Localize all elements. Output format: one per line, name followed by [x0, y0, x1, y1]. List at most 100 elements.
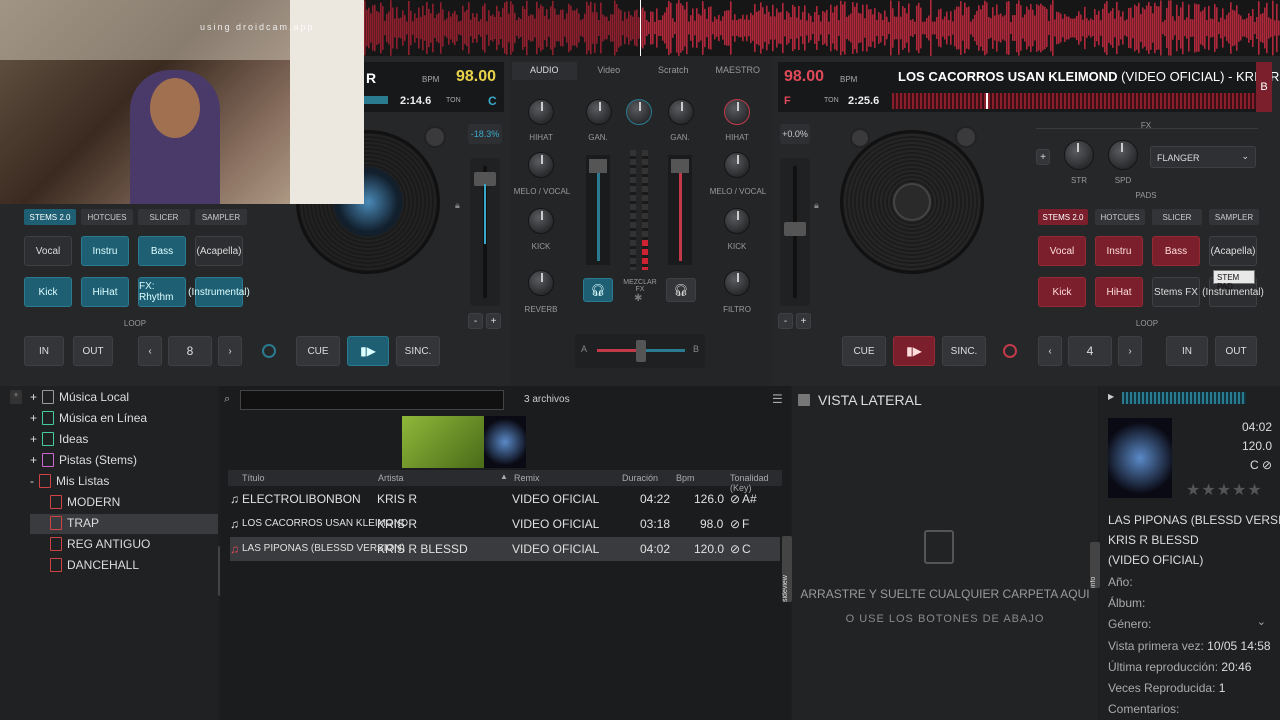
track-row[interactable]: ♫ LOS CACORROS USAN KLEIMOND KRIS R VIDE…	[230, 512, 780, 536]
right-pad-hihat[interactable]: HiHat	[1095, 277, 1143, 307]
left-pad-kick[interactable]: Kick	[24, 277, 72, 307]
filter-knob[interactable]	[626, 99, 652, 125]
left-loop-out[interactable]: OUT	[73, 336, 113, 366]
tree-item-musica-linea[interactable]: + Música en Línea	[30, 408, 147, 428]
left-pad-instru[interactable]: Instru	[81, 236, 129, 266]
fx-str-knob[interactable]	[1064, 140, 1094, 170]
left-tab-slicer[interactable]: SLICER	[138, 209, 190, 225]
right-gain-knob[interactable]	[668, 99, 694, 125]
right-tab-hotcues[interactable]: HOTCUES	[1095, 209, 1145, 225]
left-gain-knob[interactable]	[586, 99, 612, 125]
crossfader[interactable]: A B	[575, 334, 705, 368]
fx-add-button[interactable]: +	[1036, 149, 1050, 165]
mixer-tab-master[interactable]: MAESTRO	[706, 62, 771, 80]
search-icon[interactable]: ⌕	[224, 393, 230, 406]
right-pad-acapella[interactable]: (Acapella)	[1209, 236, 1257, 266]
tree-item-musica-local[interactable]: + Música Local	[30, 387, 129, 407]
right-headphone-button[interactable]: 🎧︎	[666, 278, 696, 302]
col-artist[interactable]: Artista	[378, 473, 404, 483]
left-tab-stems[interactable]: STEMS 2.0	[24, 209, 76, 225]
right-filter-knob[interactable]	[724, 270, 750, 296]
right-tab-slicer[interactable]: SLICER	[1152, 209, 1202, 225]
tree-add-icon[interactable]: +	[10, 390, 22, 404]
album-art-piponas[interactable]	[484, 416, 526, 468]
genre-chevron-icon[interactable]: ⌄	[1257, 615, 1266, 628]
left-pad-hihat[interactable]: HiHat	[81, 277, 129, 307]
right-loop-roll-icon[interactable]	[1003, 344, 1017, 358]
left-pad-bass[interactable]: Bass	[138, 236, 186, 266]
left-volume-fader[interactable]	[586, 155, 610, 265]
left-loop-prev[interactable]: ‹	[138, 336, 162, 366]
left-pitch-plus[interactable]: +	[486, 313, 501, 329]
tree-item-mis-listas[interactable]: - Mis Listas	[30, 471, 109, 491]
right-deck-side[interactable]: B	[1256, 62, 1272, 112]
mixer-tab-scratch[interactable]: Scratch	[641, 62, 706, 80]
left-pad-vocal[interactable]: Vocal	[24, 236, 72, 266]
left-melo-knob[interactable]	[528, 152, 554, 178]
tree-item-ideas[interactable]: + Ideas	[30, 429, 88, 449]
mix-fx-icon[interactable]: ✱	[634, 293, 642, 304]
col-duration[interactable]: Duración	[622, 473, 658, 483]
right-start-stop-icon[interactable]	[850, 128, 870, 148]
left-pad-acapella[interactable]: (Acapella)	[195, 236, 243, 266]
search-input[interactable]	[240, 390, 504, 410]
right-loop-out[interactable]: OUT	[1215, 336, 1257, 366]
left-kick-knob[interactable]	[528, 208, 554, 234]
right-cue-button[interactable]: CUE	[842, 336, 886, 366]
right-lock-icon[interactable]: 🔒︎	[814, 200, 819, 211]
left-headphone-button[interactable]: 🎧︎	[583, 278, 613, 302]
info-tab[interactable]: info	[1090, 542, 1100, 588]
left-pitch-slider[interactable]	[470, 158, 500, 306]
list-options-icon[interactable]: ☰	[772, 392, 783, 406]
right-pad-stems-fx[interactable]: Stems FX	[1152, 277, 1200, 307]
right-volume-fader[interactable]	[668, 155, 692, 265]
left-play-pause-button[interactable]: ▮▶	[347, 336, 389, 366]
right-pitch-plus[interactable]: +	[796, 313, 811, 329]
left-hihat-knob[interactable]	[528, 99, 554, 125]
left-loop-size[interactable]: 8	[168, 336, 212, 366]
mixer-tab-audio[interactable]: AUDIO	[512, 62, 577, 80]
left-pad-fx-rhythm[interactable]: FX: Rhythm	[138, 277, 186, 307]
left-cue-button[interactable]: CUE	[296, 336, 340, 366]
tree-item-trap[interactable]: TRAP	[50, 513, 99, 533]
right-melo-knob[interactable]	[724, 152, 750, 178]
right-play-pause-button[interactable]: ▮▶	[893, 336, 935, 366]
sideview-tab[interactable]: sideview	[782, 536, 792, 602]
left-tab-hotcues[interactable]: HOTCUES	[81, 209, 133, 225]
left-reverb-knob[interactable]	[528, 270, 554, 296]
tree-item-reg-antiguo[interactable]: REG ANTIGUO	[50, 534, 150, 554]
right-tab-sampler[interactable]: SAMPLER	[1209, 209, 1259, 225]
right-loop-prev[interactable]: ‹	[1038, 336, 1062, 366]
right-tab-stems[interactable]: STEMS 2.0	[1038, 209, 1088, 225]
col-bpm[interactable]: Bpm	[676, 473, 695, 483]
right-loop-size[interactable]: 4	[1068, 336, 1112, 366]
track-row[interactable]: ♫ ELECTROLIBONBON KRIS R VIDEO OFICIAL 0…	[230, 487, 780, 511]
col-remix[interactable]: Remix	[514, 473, 540, 483]
info-play-icon[interactable]: ▶	[1108, 392, 1114, 401]
tree-item-stems[interactable]: + Pistas (Stems)	[30, 450, 137, 470]
right-pitch-slider[interactable]	[780, 158, 810, 306]
mixer-tab-video[interactable]: Video	[577, 62, 642, 80]
album-art-electrolibonbon[interactable]	[402, 416, 484, 468]
right-hihat-knob[interactable]	[724, 99, 750, 125]
col-title[interactable]: Título	[242, 473, 265, 483]
right-pad-instru[interactable]: Instru	[1095, 236, 1143, 266]
left-pad-instrumental[interactable]: (Instrumental)	[188, 277, 250, 307]
rating-stars[interactable]: ★★★★★	[1186, 480, 1263, 500]
lock-icon[interactable]: 🔒︎	[455, 200, 460, 211]
left-loop-in[interactable]: IN	[24, 336, 64, 366]
left-tab-sampler[interactable]: SAMPLER	[195, 209, 247, 225]
left-loop-roll-icon[interactable]	[262, 344, 276, 358]
right-pad-vocal[interactable]: Vocal	[1038, 236, 1086, 266]
right-pad-bass[interactable]: Bass	[1152, 236, 1200, 266]
right-platter[interactable]	[840, 130, 984, 274]
right-pitch-minus[interactable]: -	[778, 313, 793, 329]
right-mini-waveform[interactable]	[892, 93, 1258, 109]
right-loop-in[interactable]: IN	[1166, 336, 1208, 366]
fx-spd-knob[interactable]	[1108, 140, 1138, 170]
left-loop-next[interactable]: ›	[218, 336, 242, 366]
right-loop-next[interactable]: ›	[1118, 336, 1142, 366]
track-row-selected[interactable]: ♫ LAS PIPONAS (BLESSD VERSION) KRIS R BL…	[230, 537, 780, 561]
left-sync-button[interactable]: SINC.	[396, 336, 440, 366]
right-pad-kick[interactable]: Kick	[1038, 277, 1086, 307]
